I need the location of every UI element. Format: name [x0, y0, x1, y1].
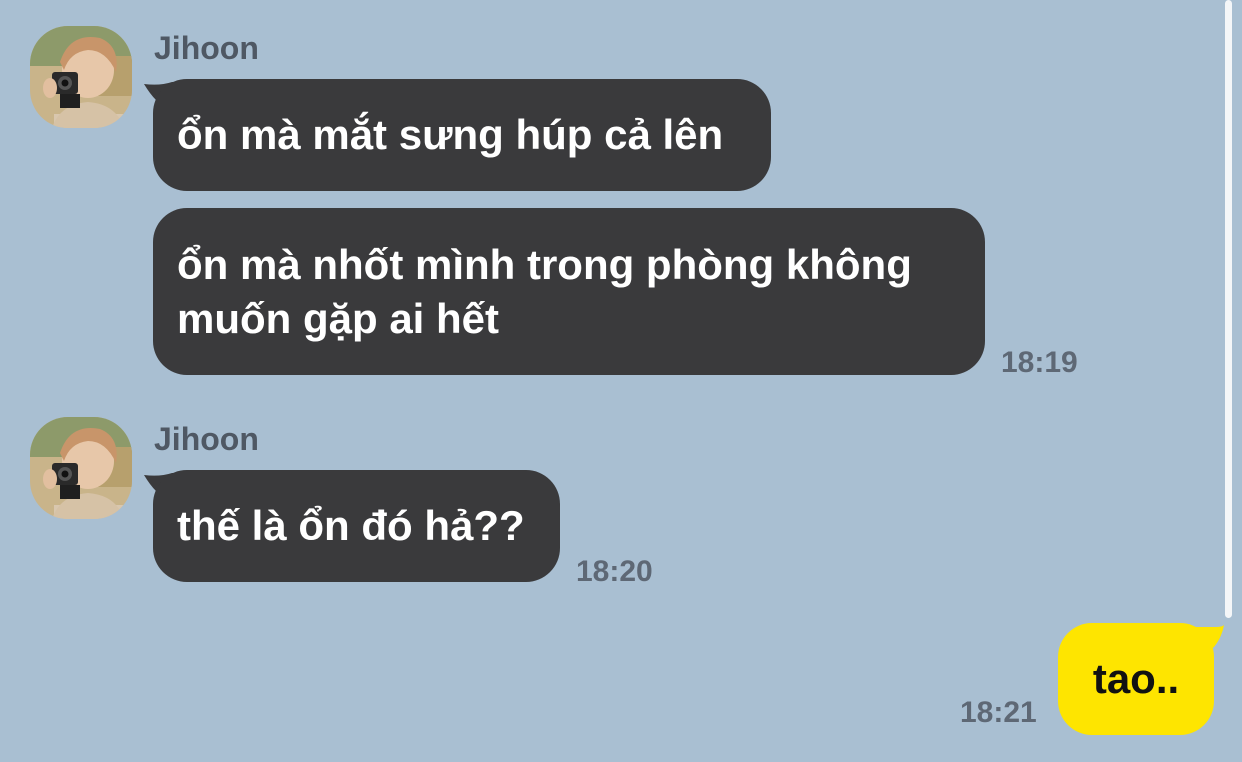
- message-bubble[interactable]: ổn mà nhốt mình trong phòng không muốn g…: [153, 208, 985, 375]
- sent-message-bubble[interactable]: tao..: [1058, 623, 1214, 735]
- message-text: ổn mà mắt sưng húp cả lên: [177, 111, 724, 158]
- scrollbar[interactable]: [1225, 0, 1232, 618]
- message-time: 18:21: [960, 696, 1037, 729]
- message-bubble[interactable]: ổn mà mắt sưng húp cả lên: [153, 79, 771, 191]
- message-text: ổn mà nhốt mình trong phòng không muốn g…: [177, 240, 912, 342]
- message-text: tao..: [1092, 655, 1180, 702]
- chat-view[interactable]: Jihoon ổn mà mắt sưng húp cả lên ổn mà n…: [0, 0, 1242, 762]
- message-time: 18:20: [576, 555, 653, 588]
- sender-name: Jihoon: [154, 30, 259, 66]
- message-text: thế là ổn đó hả??: [177, 502, 525, 549]
- message-bubble[interactable]: thế là ổn đó hả??: [153, 470, 560, 582]
- message-time: 18:19: [1001, 346, 1078, 379]
- sender-name: Jihoon: [154, 421, 259, 457]
- sender-avatar[interactable]: [30, 26, 132, 128]
- user-photo-avatar-icon: [30, 26, 132, 128]
- user-photo-avatar-icon: [30, 417, 132, 519]
- sender-avatar[interactable]: [30, 417, 132, 519]
